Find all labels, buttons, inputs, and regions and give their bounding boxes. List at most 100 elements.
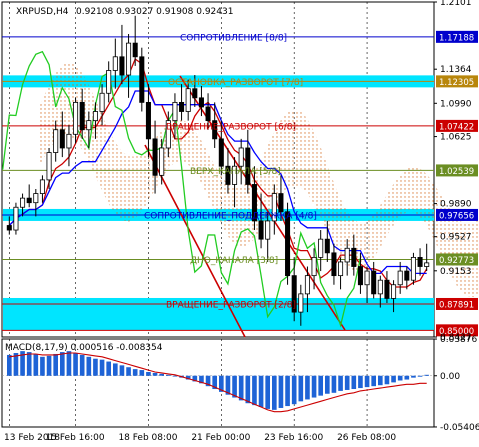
candle-body-bull bbox=[344, 247, 350, 263]
candle bbox=[106, 61, 112, 103]
murray-level-label: ВЕРХ_КАНАЛА [5/8] bbox=[190, 167, 281, 177]
y-tick-label: 0.9527 bbox=[440, 233, 472, 243]
candle-body-bull bbox=[66, 133, 72, 149]
candle-body-bear bbox=[324, 238, 330, 254]
candle bbox=[364, 266, 370, 303]
candle-body-bull bbox=[304, 275, 310, 295]
y-tick-label: 1.2101 bbox=[440, 0, 472, 8]
macd-histogram-bar bbox=[291, 375, 297, 405]
candle-body-bull bbox=[311, 256, 317, 277]
candle-body-bull bbox=[338, 261, 344, 277]
macd-histogram-bar bbox=[79, 354, 85, 376]
macd-histogram-bar bbox=[391, 375, 396, 383]
macd-histogram-bar bbox=[265, 375, 271, 409]
candle-body-bear bbox=[357, 266, 363, 286]
price-label: 0.97656 bbox=[436, 208, 478, 221]
macd-histogram-bar bbox=[324, 375, 330, 394]
macd-histogram-bar bbox=[59, 352, 65, 376]
macd-y-tick-label: 0.00 bbox=[440, 372, 460, 382]
candle-body-bull bbox=[126, 42, 132, 76]
macd-histogram-bar bbox=[146, 371, 151, 376]
x-ticks-layer: 13 Feb 201815 Feb 16:00 18 Feb 08:00 21 Fe… bbox=[4, 433, 396, 443]
candle-body-bull bbox=[39, 179, 45, 194]
macd-histogram-bar bbox=[278, 375, 284, 408]
x-tick-label: 15 Feb 16:00 bbox=[46, 433, 105, 443]
chart-root: СОПРОТИВЛЕНИЕ [8/8] ОСТАНОВКА_РАЗВОРОТ [7… bbox=[0, 0, 479, 447]
candle bbox=[132, 15, 138, 66]
macd-histogram-bar bbox=[6, 354, 12, 376]
macd-histogram-bar bbox=[33, 353, 39, 376]
macd-histogram-bar bbox=[424, 374, 430, 376]
price-label-text: 0.92773 bbox=[439, 256, 474, 266]
candle-body-bull bbox=[92, 111, 98, 122]
macd-signal-line bbox=[9, 352, 427, 413]
price-label: 1.12305 bbox=[436, 75, 478, 88]
macd-histogram-bar bbox=[26, 352, 32, 376]
macd-histogram-bar bbox=[86, 356, 92, 376]
murray-level-label: СОПРОТИВЛЕНИЕ [8/8] bbox=[180, 33, 287, 43]
macd-histogram-bar bbox=[112, 363, 118, 376]
macd-histogram-bar bbox=[53, 353, 59, 376]
chart-title: XRPUSD,H4 bbox=[16, 7, 69, 17]
macd-histogram-bar bbox=[344, 375, 350, 390]
candle-body-bull bbox=[99, 92, 105, 112]
price-label: 1.02539 bbox=[436, 164, 478, 177]
candle bbox=[371, 261, 377, 299]
candle-body-bear bbox=[258, 220, 264, 240]
candle bbox=[410, 252, 416, 285]
candle-body-bull bbox=[73, 101, 79, 135]
y-tick-label: 1.1364 bbox=[440, 65, 472, 75]
candle-body-bear bbox=[119, 56, 125, 76]
price-label: 0.87891 bbox=[436, 297, 478, 310]
murray-level-label: ДНО_КАНАЛА [3/8] bbox=[190, 256, 278, 266]
macd-histogram-bar bbox=[139, 370, 145, 376]
candle-body-bear bbox=[198, 97, 204, 108]
macd-histogram-bar bbox=[73, 353, 78, 376]
candle bbox=[119, 24, 125, 85]
price-label-text: 0.87891 bbox=[439, 300, 474, 310]
candle bbox=[245, 129, 251, 194]
candle-body-bear bbox=[417, 256, 423, 267]
macd-histogram-bar bbox=[377, 375, 383, 386]
murray-level-label: СОПРОТИВЛЕНИЕ_ПОДДЕРЖКА [4/8] bbox=[144, 211, 317, 221]
candle-body-bull bbox=[397, 270, 403, 286]
macd-histogram-bar bbox=[351, 375, 357, 390]
macd-histogram-bar bbox=[99, 359, 105, 376]
x-tick-label: 23 Feb 16:00 bbox=[264, 433, 323, 443]
candle bbox=[238, 138, 244, 185]
macd-histogram-bar bbox=[66, 351, 72, 376]
macd-histogram-bar bbox=[258, 375, 264, 408]
y-tick-label: 1.0990 bbox=[440, 99, 472, 109]
murray-level-label: ОСТАНОВКА_РАЗВОРОТ [7/8] bbox=[168, 78, 303, 88]
candle bbox=[26, 184, 32, 208]
y-tick-label: 0.9153 bbox=[440, 267, 472, 277]
candle bbox=[139, 47, 145, 112]
candle-body-bull bbox=[318, 238, 324, 258]
macd-histogram-bar bbox=[132, 369, 138, 376]
candle bbox=[384, 271, 390, 303]
price-label-text: 1.17188 bbox=[439, 33, 474, 43]
candle-body-bear bbox=[79, 101, 85, 131]
candle-body-bear bbox=[152, 138, 158, 176]
macd-histogram-bar bbox=[40, 356, 45, 376]
candle-body-bear bbox=[404, 270, 410, 281]
candle bbox=[291, 257, 297, 322]
macd-histogram-bar bbox=[172, 375, 178, 377]
macd-histogram-bar bbox=[126, 367, 131, 376]
macd-histogram-bar bbox=[411, 375, 416, 378]
x-tick-label: 18 Feb 08:00 bbox=[118, 433, 177, 443]
candle-body-bear bbox=[26, 197, 32, 204]
candle-body-bull bbox=[377, 279, 383, 295]
candle-body-bull bbox=[238, 147, 244, 167]
macd-title: MACD(8,17,9) 0.000516 -0.008354 bbox=[5, 343, 163, 353]
candle bbox=[179, 84, 185, 121]
candle bbox=[46, 147, 52, 190]
candle-body-bear bbox=[132, 42, 138, 58]
price-label-text: 0.97656 bbox=[439, 211, 474, 221]
candle-body-bear bbox=[145, 101, 151, 140]
macd-histogram-bar bbox=[159, 373, 165, 376]
candle-body-bear bbox=[218, 138, 224, 167]
candle bbox=[126, 34, 132, 98]
macd-histogram-bar bbox=[165, 374, 171, 376]
candle-body-bear bbox=[371, 270, 377, 295]
